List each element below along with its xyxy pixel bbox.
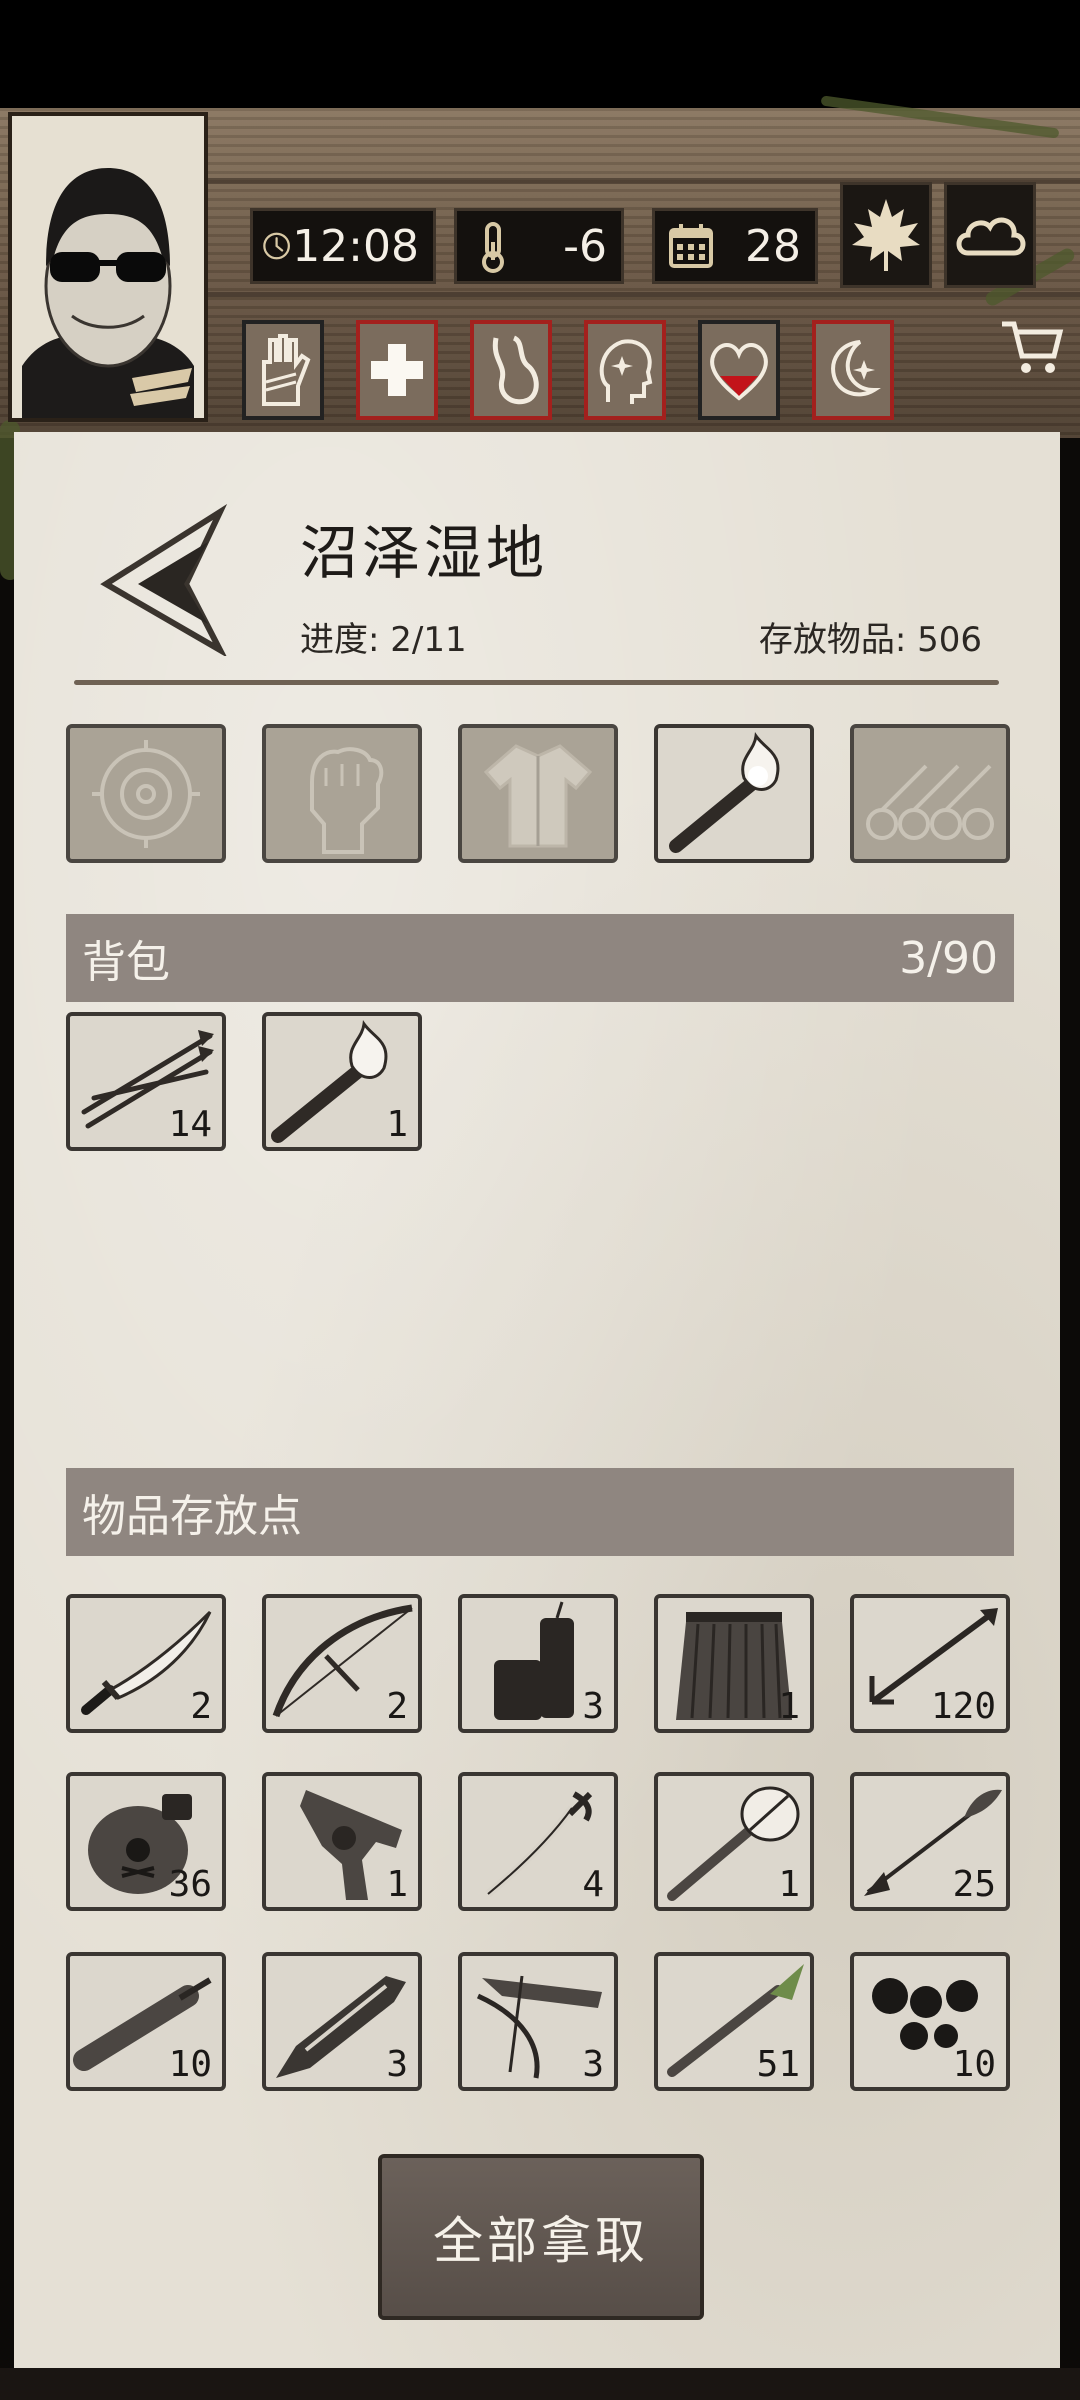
thermometer-icon (482, 222, 504, 273)
storage-slot-poison-jar[interactable]: 36 (66, 1772, 226, 1911)
character-portrait[interactable] (8, 112, 208, 422)
shirt-icon (483, 744, 593, 848)
status-hunger-button[interactable] (470, 320, 552, 420)
storage-slot-arrow[interactable]: 120 (850, 1594, 1010, 1733)
backpack-slot-torch[interactable]: 1 (262, 1012, 422, 1151)
item-count: 1 (778, 1864, 800, 1905)
equip-slot-target[interactable] (66, 724, 226, 863)
fist-icon (310, 747, 384, 854)
backpack-label: 背包 (82, 937, 170, 988)
storage-header: 物品存放点 (66, 1468, 1014, 1556)
heart-icon (710, 343, 768, 401)
hand-bandage-icon (262, 334, 311, 406)
stomach-icon (492, 335, 539, 405)
status-bandage-button[interactable] (242, 320, 324, 420)
system-status-bar (0, 0, 1080, 108)
maple-leaf-icon (852, 199, 920, 271)
item-count: 3 (582, 1686, 604, 1727)
medical-cross-icon (371, 344, 423, 396)
torch-icon (669, 732, 780, 853)
clock-display: 12:08 (250, 208, 436, 284)
day-display: 28 (652, 208, 818, 284)
logs-icon (866, 764, 994, 840)
storage-slot-bow[interactable]: 2 (262, 1594, 422, 1733)
storage-slot-stone-hammer[interactable]: 1 (654, 1772, 814, 1911)
day-value: 28 (745, 220, 801, 272)
item-count: 36 (168, 1864, 212, 1905)
season-indicator[interactable] (840, 182, 932, 288)
storage-slot-feather-arrow[interactable]: 25 (850, 1772, 1010, 1911)
status-health-button[interactable] (356, 320, 438, 420)
item-count: 3 (386, 2044, 408, 2085)
survivor-avatar (12, 116, 204, 418)
storage-slot-spear[interactable]: 51 (654, 1952, 814, 2091)
storage-slot-big-sword[interactable]: 3 (262, 1952, 422, 2091)
temperature-display: -6 (454, 208, 624, 284)
storage-slot-dynamite[interactable]: 3 (458, 1594, 618, 1733)
item-count: 2 (190, 1686, 212, 1727)
location-title: 沼泽湿地 (300, 519, 549, 587)
item-count: 1 (778, 1686, 800, 1727)
exploration-progress: 进度: 2/11 (300, 620, 467, 660)
section-divider (74, 680, 999, 685)
storage-label: 物品存放点 (82, 1491, 302, 1542)
item-count: 1 (386, 1104, 408, 1145)
temperature-value: -6 (563, 220, 607, 272)
take-all-button[interactable]: 全部拿取 (378, 2154, 704, 2320)
storage-slot-club[interactable]: 10 (66, 1952, 226, 2091)
item-count: 1 (386, 1864, 408, 1905)
status-heart-button[interactable] (698, 320, 780, 420)
equip-slot-fist[interactable] (262, 724, 422, 863)
backpack-header: 背包 3/90 (66, 914, 1014, 1002)
clock-icon (263, 232, 290, 260)
weather-indicator[interactable] (944, 182, 1036, 288)
status-sleep-button[interactable] (812, 320, 894, 420)
status-mental-button[interactable] (584, 320, 666, 420)
backpack-capacity: 3/90 (899, 932, 998, 984)
item-count: 120 (930, 1686, 996, 1727)
shop-cart-icon[interactable] (996, 310, 1068, 382)
item-count: 25 (952, 1864, 996, 1905)
item-count: 3 (582, 2044, 604, 2085)
item-count: 14 (168, 1104, 212, 1145)
backpack-slot-arrows[interactable]: 14 (66, 1012, 226, 1151)
item-count: 2 (386, 1686, 408, 1727)
moon-star-icon (831, 340, 881, 397)
equip-slot-torch[interactable] (654, 724, 814, 863)
plank-seam (190, 292, 1080, 297)
bottom-edge (0, 2368, 1080, 2400)
calendar-icon (669, 224, 713, 268)
head-sparkle-icon (599, 339, 653, 404)
equip-slot-clothing[interactable] (458, 724, 618, 863)
back-arrow-icon[interactable] (98, 504, 234, 656)
item-count: 10 (952, 2044, 996, 2085)
storage-slot-iron-balls[interactable]: 10 (850, 1952, 1010, 2091)
storage-slot-revolver[interactable]: 1 (262, 1772, 422, 1911)
target-icon (92, 740, 200, 848)
storage-slot-katana[interactable]: 2 (66, 1594, 226, 1733)
cloud-icon (956, 217, 1026, 256)
equip-slot-logs[interactable] (850, 724, 1010, 863)
storage-slot-sabre[interactable]: 4 (458, 1772, 618, 1911)
item-count: 51 (756, 2044, 800, 2085)
storage-slot-grass-skirt[interactable]: 1 (654, 1594, 814, 1733)
time-value: 12:08 (292, 220, 419, 272)
item-count: 4 (582, 1864, 604, 1905)
stored-item-count: 存放物品: 506 (758, 620, 982, 660)
item-count: 10 (168, 2044, 212, 2085)
storage-slot-crossbow[interactable]: 3 (458, 1952, 618, 2091)
